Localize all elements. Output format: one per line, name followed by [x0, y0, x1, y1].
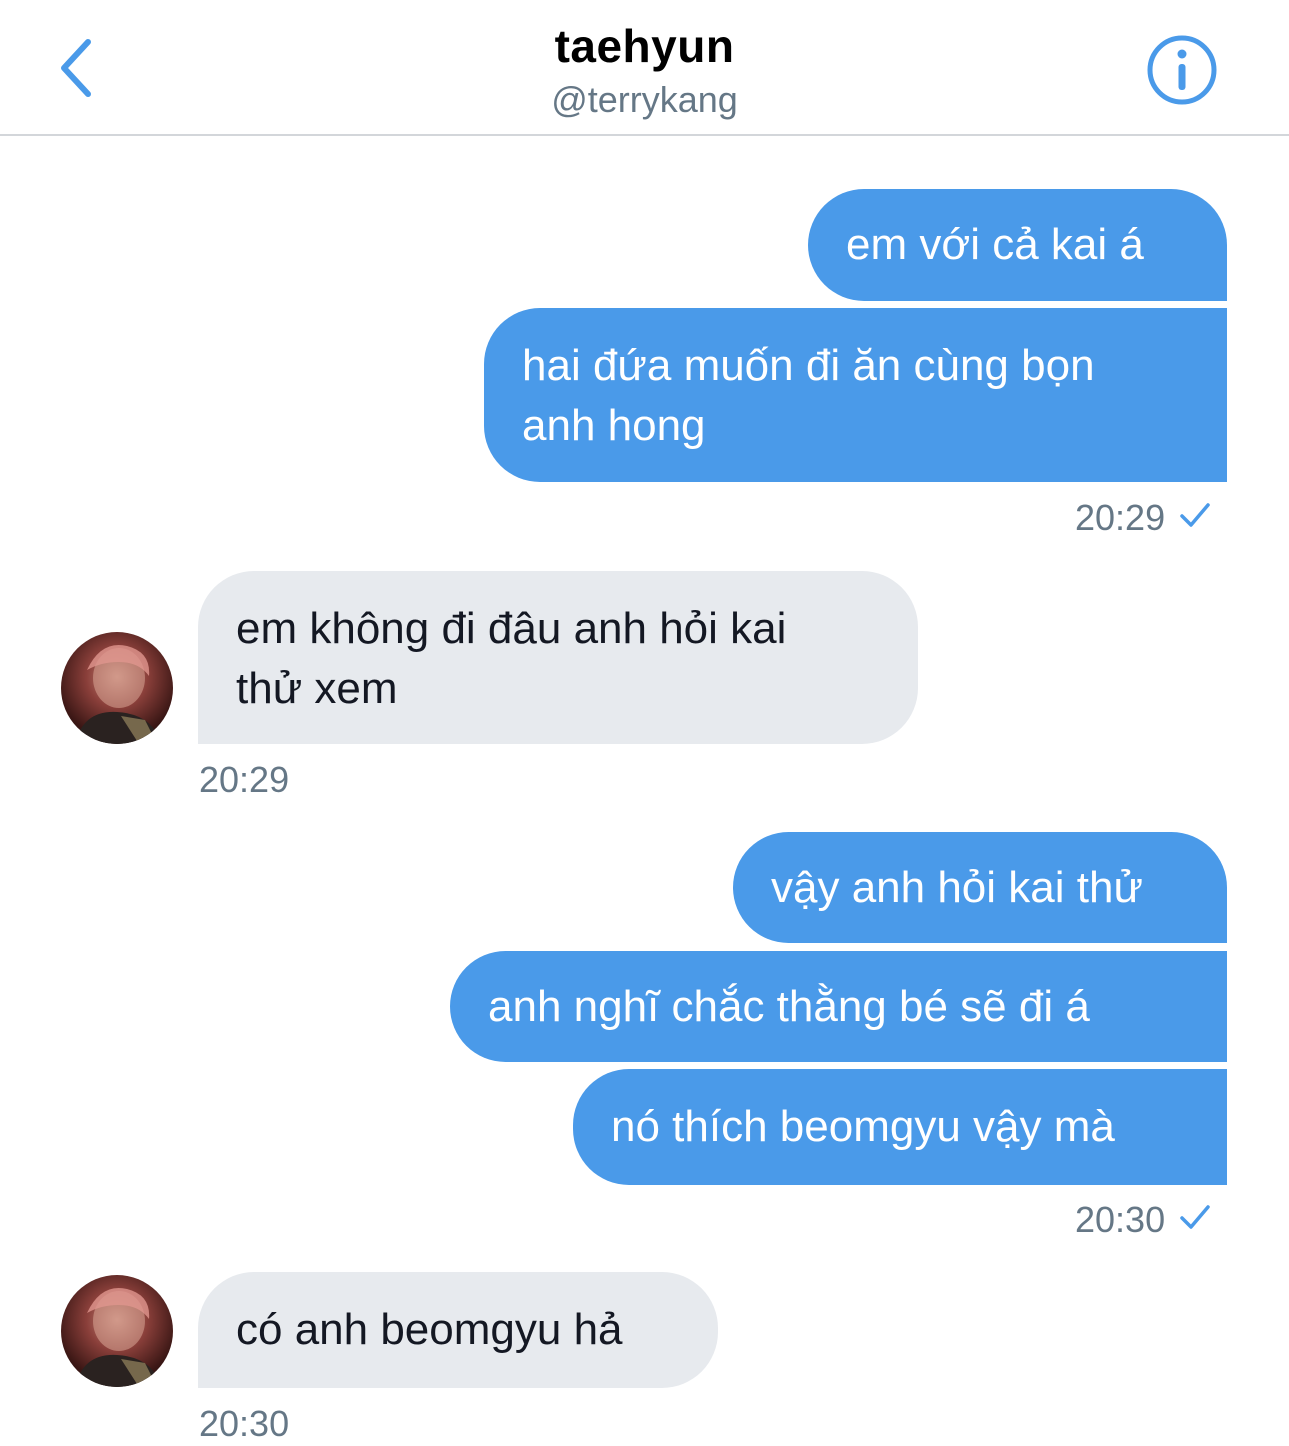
- message-text: em với cả kai á: [846, 220, 1144, 269]
- message-meta: 20:30: [199, 1402, 289, 1446]
- profile-photo: [75, 645, 161, 744]
- info-button[interactable]: [1146, 34, 1218, 106]
- sent-message-bubble[interactable]: anh nghĩ chắc thằng bé sẽ đi á: [450, 951, 1227, 1062]
- message-meta: 20:29: [1075, 496, 1211, 540]
- message-text: có anh beomgyu hả: [236, 1305, 623, 1354]
- received-message-bubble[interactable]: có anh beomgyu hả: [198, 1272, 718, 1388]
- message-text: vậy anh hỏi kai thử: [771, 863, 1143, 912]
- title-block[interactable]: taehyun @terrykang: [0, 14, 1289, 122]
- sent-message-bubble[interactable]: vậy anh hỏi kai thử: [733, 832, 1227, 943]
- sent-message-bubble[interactable]: nó thích beomgyu vậy mà: [573, 1069, 1227, 1185]
- message-text: nó thích beomgyu vậy mà: [611, 1102, 1115, 1151]
- check-icon: [1179, 1197, 1211, 1241]
- conversation-title[interactable]: taehyun: [0, 14, 1289, 78]
- avatar[interactable]: [61, 1275, 173, 1387]
- timestamp: 20:29: [1075, 497, 1166, 538]
- message-text: anh nghĩ chắc thằng bé sẽ đi á: [488, 982, 1090, 1031]
- timestamp: 20:30: [199, 1403, 290, 1444]
- received-message-bubble[interactable]: em không đi đâu anh hỏi kai thử xem: [198, 571, 918, 744]
- message-text-line: em không đi đâu anh hỏi kai: [236, 604, 787, 653]
- message-meta: 20:30: [1075, 1198, 1211, 1242]
- info-icon: [1147, 35, 1217, 105]
- profile-photo: [75, 1288, 161, 1387]
- message-text-line: anh hong: [522, 401, 706, 450]
- sent-message-bubble[interactable]: em với cả kai á: [808, 189, 1227, 301]
- message-thread[interactable]: em với cả kai á hai đứa muốn đi ăn cùng …: [0, 136, 1289, 1445]
- sent-message-bubble[interactable]: hai đứa muốn đi ăn cùng bọn anh hong: [484, 308, 1227, 482]
- check-icon: [1179, 495, 1211, 539]
- message-text-line: thử xem: [236, 664, 398, 713]
- message-meta: 20:29: [199, 758, 289, 802]
- timestamp: 20:30: [1075, 1199, 1166, 1240]
- message-text-line: hai đứa muốn đi ăn cùng bọn: [522, 341, 1095, 390]
- timestamp: 20:29: [199, 759, 290, 800]
- avatar[interactable]: [61, 632, 173, 744]
- conversation-handle: @terrykang: [551, 79, 738, 120]
- conversation-header: taehyun @terrykang: [0, 0, 1289, 136]
